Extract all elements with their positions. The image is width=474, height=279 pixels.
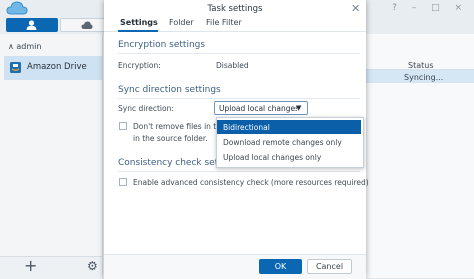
section-title-consistency: Consistency check settin — [118, 158, 230, 168]
user-tab-button[interactable] — [6, 18, 58, 32]
dialog-title: Task settings — [207, 4, 263, 14]
tab-settings[interactable]: Settings — [120, 18, 158, 27]
sidebar-item-label: Amazon Drive — [27, 62, 87, 72]
dont-remove-checkbox[interactable] — [119, 122, 127, 130]
section-title-encryption: Encryption settings — [118, 40, 206, 50]
divider — [118, 53, 360, 54]
sync-direction-label: Sync direction: — [118, 104, 174, 113]
dont-remove-label-line2: in the source folder. — [133, 134, 208, 143]
sync-direction-value: Upload local changes o — [219, 104, 297, 113]
sidebar-group-label: admin — [16, 42, 42, 51]
advanced-consistency-label: Enable advanced consistency check (more … — [133, 178, 369, 187]
add-connection-icon[interactable]: + — [24, 258, 37, 274]
encryption-label: Encryption: — [118, 61, 161, 70]
tab-file-filter[interactable]: File Filter — [206, 18, 242, 27]
ok-button[interactable]: OK — [259, 259, 302, 274]
option-bidirectional[interactable]: Bidirectional — [217, 120, 361, 134]
option-label: Bidirectional — [223, 123, 270, 132]
cloud-sync-logo-icon — [6, 1, 28, 15]
dont-remove-label-line1: Don't remove files in the — [133, 122, 226, 131]
user-icon — [26, 20, 37, 30]
divider — [118, 98, 360, 99]
active-tab-indicator — [118, 30, 158, 32]
sidebar-group-header[interactable]: ∧ admin — [8, 42, 41, 51]
option-label: Upload local changes only — [223, 153, 322, 162]
encryption-value: Disabled — [216, 61, 249, 70]
row-status: Syncing... — [404, 73, 444, 82]
section-title-sync-direction: Sync direction settings — [118, 85, 221, 95]
tab-folder[interactable]: Folder — [169, 18, 194, 27]
window-controls[interactable]: ? – □ × — [392, 3, 468, 13]
option-download-remote[interactable]: Download remote changes only — [217, 135, 361, 149]
divider — [118, 171, 360, 172]
caret-down-icon[interactable]: ▼ — [296, 104, 301, 112]
gear-icon[interactable]: ⚙ — [87, 259, 98, 273]
cancel-button[interactable]: Cancel — [307, 259, 352, 274]
option-label: Download remote changes only — [223, 138, 342, 147]
option-upload-local[interactable]: Upload local changes only — [217, 150, 361, 164]
advanced-consistency-checkbox[interactable] — [119, 178, 127, 186]
cloud-icon — [81, 21, 93, 29]
close-icon[interactable]: ✕ — [351, 2, 360, 15]
amazon-drive-icon — [10, 62, 21, 73]
chevron-up-icon: ∧ — [8, 42, 14, 51]
